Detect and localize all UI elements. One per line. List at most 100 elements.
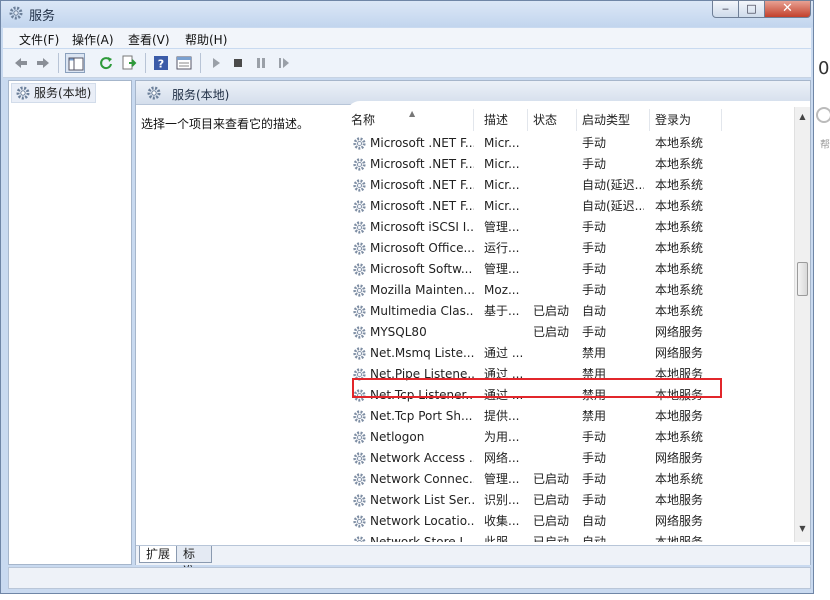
help-icon[interactable]: ?	[151, 53, 171, 73]
menu-action[interactable]: 操作(A)	[72, 31, 114, 48]
show-hide-tree-icon[interactable]	[65, 53, 85, 73]
table-row[interactable]: MYSQL80 已启动 手动 网络服务	[346, 322, 794, 343]
refresh-icon[interactable]	[96, 53, 116, 73]
table-row[interactable]: Mozilla Mainten... Moz... 手动 本地系统	[346, 280, 794, 301]
service-startup-type: 禁用	[582, 346, 607, 360]
table-row[interactable]: Microsoft .NET F... Micr... 手动 本地系统	[346, 154, 794, 175]
service-startup-type: 手动	[582, 325, 607, 339]
table-row[interactable]: Microsoft Softw... 管理... 手动 本地系统	[346, 259, 794, 280]
scroll-up-icon[interactable]: ▲	[795, 109, 810, 124]
minimize-button[interactable]: ‒	[712, 0, 739, 18]
table-row[interactable]: Network Connec... 管理... 已启动 手动 本地系统	[346, 469, 794, 490]
service-gear-icon	[353, 515, 366, 528]
service-name: Microsoft .NET F...	[370, 178, 474, 192]
service-logon-as: 本地系统	[655, 157, 704, 171]
service-status	[533, 406, 573, 427]
service-name: MYSQL80	[370, 325, 427, 339]
service-description: 管理...	[484, 472, 520, 486]
service-name: Microsoft .NET F...	[370, 136, 474, 150]
restart-icon[interactable]	[274, 53, 294, 73]
menu-file[interactable]: 文件(F)	[19, 31, 59, 48]
title-bar[interactable]: 服务	[1, 1, 813, 27]
back-icon[interactable]	[11, 53, 31, 73]
service-logon-as: 本地系统	[655, 304, 704, 318]
service-gear-icon	[353, 473, 366, 486]
service-name: Microsoft .NET F...	[370, 199, 474, 213]
service-status	[533, 154, 573, 175]
pause-icon[interactable]	[251, 53, 271, 73]
highlight-box	[352, 378, 722, 398]
maximize-button[interactable]: □	[738, 0, 765, 18]
service-gear-icon	[353, 158, 366, 171]
table-row[interactable]: Network Locatio... 收集... 已启动 自动 网络服务	[346, 511, 794, 532]
table-row[interactable]: Microsoft .NET F... Micr... 自动(延迟... 本地系统	[346, 196, 794, 217]
service-description: 通过 ...	[484, 346, 524, 360]
service-description: 网络...	[484, 451, 520, 465]
close-button[interactable]: ✕	[764, 0, 811, 18]
table-row[interactable]: Network Access ... 网络... 手动 网络服务	[346, 448, 794, 469]
edge-fragment-char: 帮	[820, 140, 830, 151]
column-header-startup-type[interactable]: 启动类型	[577, 109, 650, 131]
service-logon-as: 本地系统	[655, 241, 704, 255]
tab-extended[interactable]: 扩展	[139, 546, 177, 563]
service-status	[533, 196, 573, 217]
menu-view[interactable]: 查看(V)	[128, 31, 170, 48]
vertical-scrollbar[interactable]: ▲ ▼	[794, 107, 810, 542]
service-name: Microsoft Office...	[370, 241, 474, 255]
column-header-status[interactable]: 状态	[528, 109, 577, 131]
service-logon-as: 本地系统	[655, 472, 704, 486]
service-startup-type: 自动	[582, 514, 607, 528]
table-row[interactable]: Microsoft iSCSI I... 管理... 手动 本地系统	[346, 217, 794, 238]
stop-icon[interactable]	[228, 53, 248, 73]
service-status: 已启动	[533, 535, 570, 542]
table-row[interactable]: Netlogon 为用... 手动 本地系统	[346, 427, 794, 448]
service-startup-type: 禁用	[582, 409, 607, 423]
table-row[interactable]: Net.Tcp Port Sh... 提供... 禁用 本地服务	[346, 406, 794, 427]
service-status	[533, 280, 573, 301]
service-name: Network Store I...	[370, 535, 474, 542]
start-icon[interactable]	[206, 53, 226, 73]
table-row[interactable]: Net.Msmq Liste... 通过 ... 禁用 网络服务	[346, 343, 794, 364]
properties-icon[interactable]	[174, 53, 194, 73]
service-gear-icon	[353, 284, 366, 297]
service-name: Network Locatio...	[370, 514, 474, 528]
table-row[interactable]: Network Store I... 此服... 已启动 自动 本地服务	[346, 532, 794, 542]
scroll-thumb[interactable]	[797, 262, 808, 296]
table-row[interactable]: Network List Ser... 识别... 已启动 手动 本地服务	[346, 490, 794, 511]
services-gear-icon	[147, 86, 161, 100]
table-row[interactable]: Microsoft Office... 运行... 手动 本地系统	[346, 238, 794, 259]
list-header: ▲ 名称 描述 状态 启动类型 登录为	[346, 109, 794, 131]
service-gear-icon	[353, 263, 366, 276]
export-list-icon[interactable]	[119, 53, 139, 73]
column-header-name[interactable]: ▲ 名称	[346, 109, 474, 131]
column-header-logon-as[interactable]: 登录为	[650, 109, 722, 131]
table-row[interactable]: Microsoft .NET F... Micr... 自动(延迟... 本地系统	[346, 175, 794, 196]
menu-help[interactable]: 帮助(H)	[185, 31, 227, 48]
service-logon-as: 本地系统	[655, 262, 704, 276]
tree-item-services-local[interactable]: 服务(本地)	[11, 83, 97, 103]
service-status	[533, 175, 573, 196]
tab-standard[interactable]: 标准	[176, 546, 212, 578]
service-name: Net.Tcp Port Sh...	[370, 409, 473, 423]
table-row[interactable]: Multimedia Clas... 基于... 已启动 自动 本地系统	[346, 301, 794, 322]
service-logon-as: 网络服务	[655, 514, 704, 528]
service-startup-type: 手动	[582, 262, 607, 276]
service-description: 管理...	[484, 220, 520, 234]
toolbar: ?	[3, 49, 811, 78]
service-status	[533, 238, 573, 259]
service-name: Mozilla Mainten...	[370, 283, 474, 297]
forward-icon[interactable]	[33, 53, 53, 73]
column-header-description[interactable]: 描述	[479, 109, 528, 131]
service-name: Network Access ...	[370, 451, 474, 465]
service-logon-as: 网络服务	[655, 451, 704, 465]
service-gear-icon	[353, 179, 366, 192]
service-gear-icon	[353, 326, 366, 339]
window-title: 服务	[29, 9, 56, 24]
service-gear-icon	[353, 494, 366, 507]
service-startup-type: 手动	[582, 430, 607, 444]
panel-header-title: 服务(本地)	[172, 88, 230, 102]
scroll-down-icon[interactable]: ▼	[795, 521, 810, 536]
service-logon-as: 本地服务	[655, 493, 704, 507]
service-logon-as: 本地系统	[655, 178, 704, 192]
table-row[interactable]: Microsoft .NET F... Micr... 手动 本地系统	[346, 133, 794, 154]
